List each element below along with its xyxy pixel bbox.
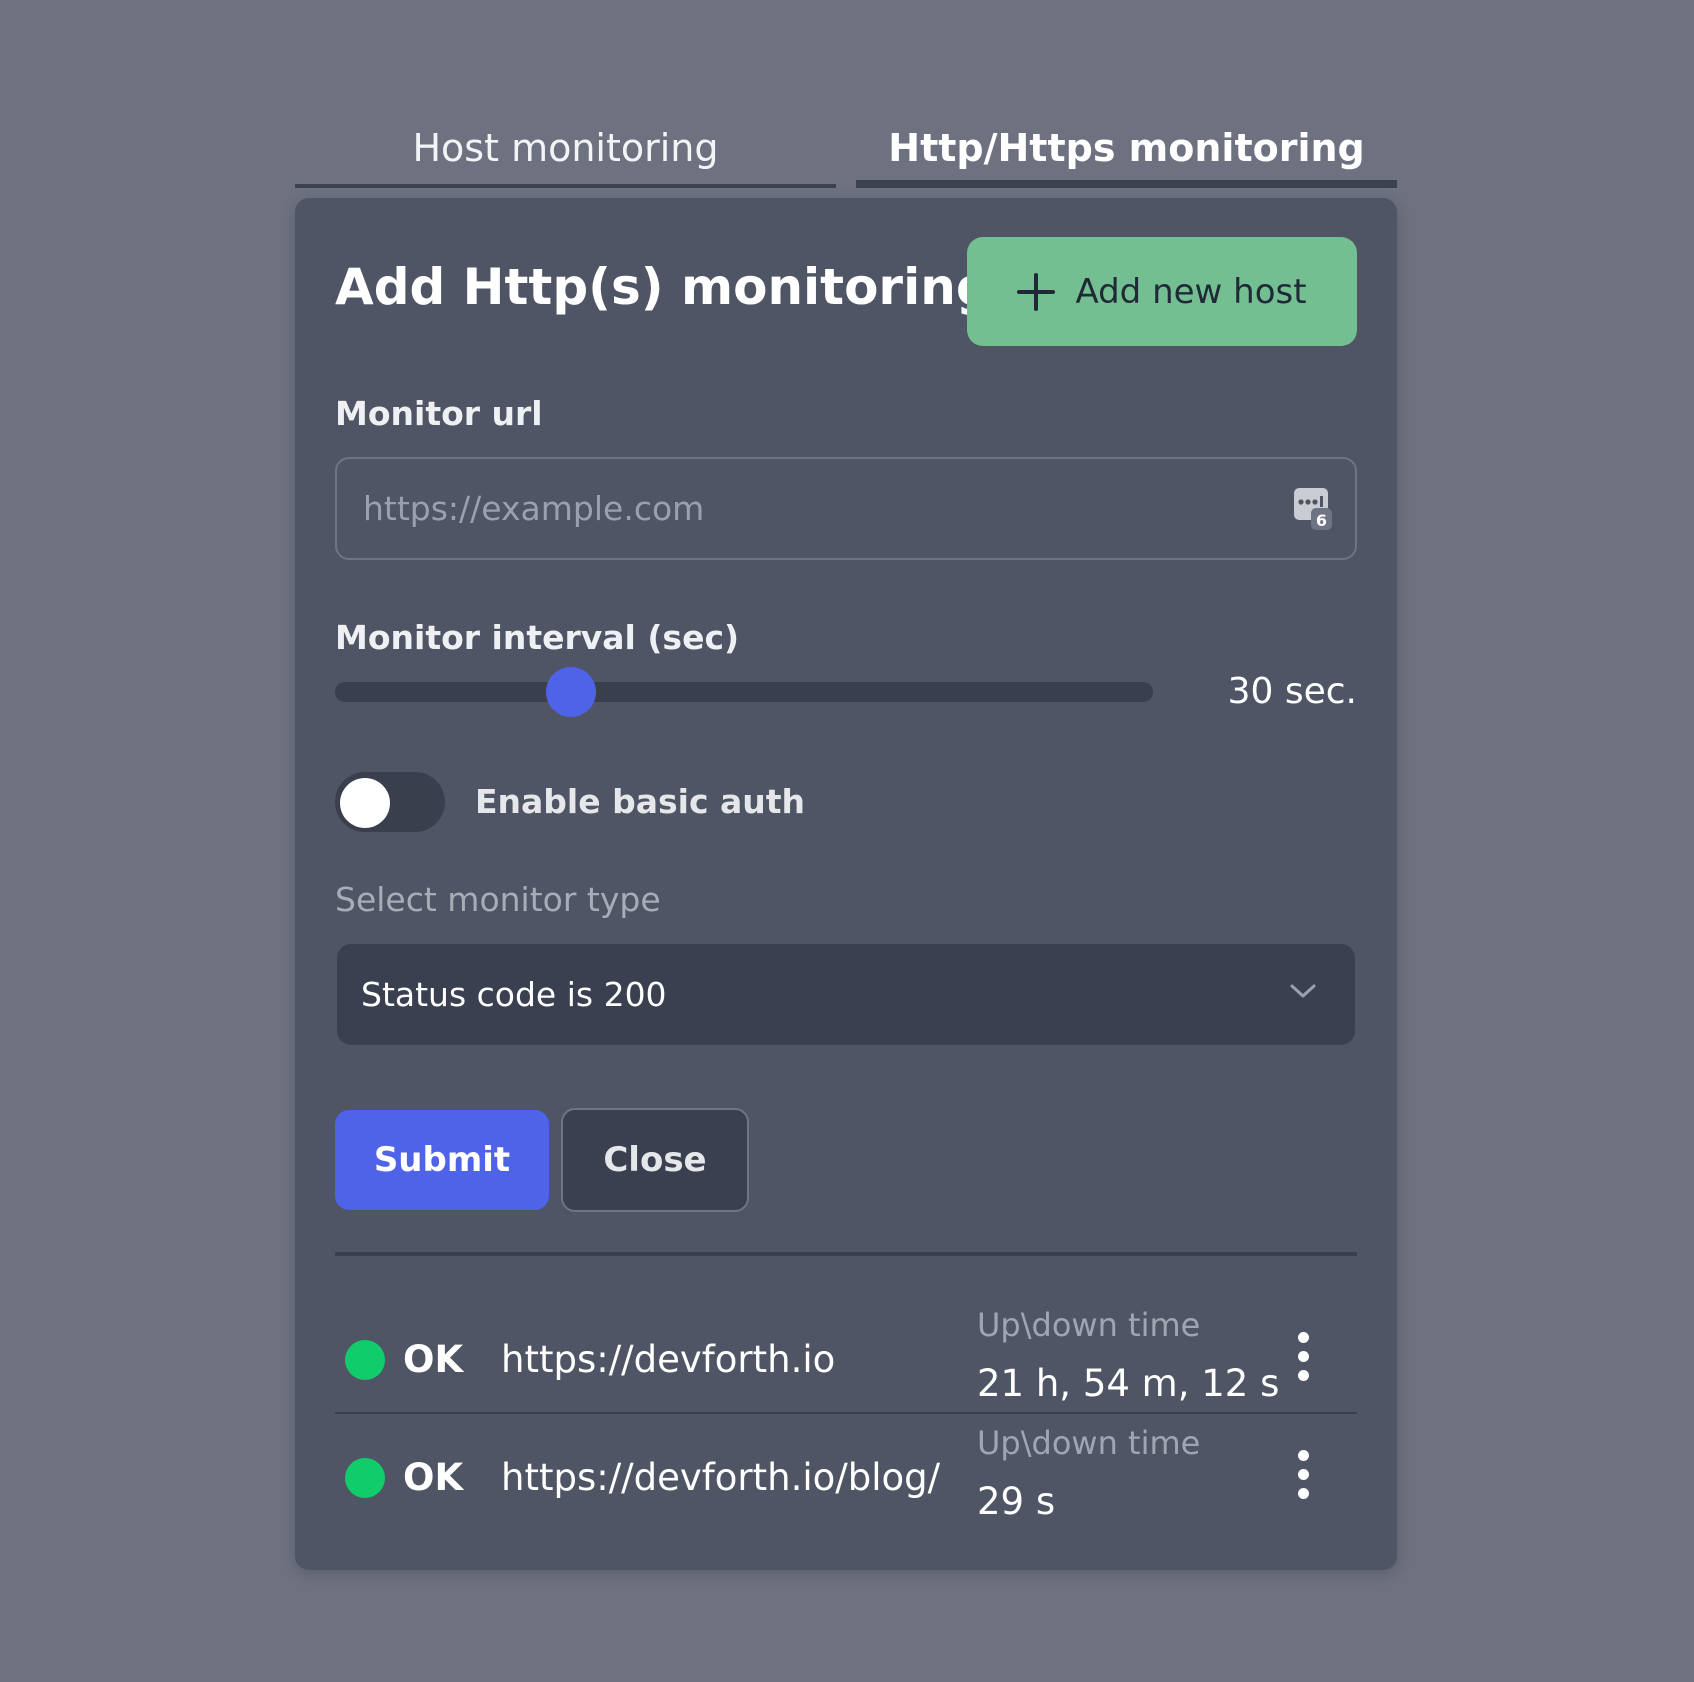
page-title: Add Http(s) monitoring (335, 258, 992, 316)
interval-value: 30 sec. (1227, 671, 1357, 712)
more-options-icon[interactable] (1295, 1332, 1311, 1382)
tab-bar: Host monitoring Http/Https monitoring (295, 118, 1397, 188)
basic-auth-toggle[interactable] (335, 772, 445, 832)
uptime-label: Up\down time (977, 1306, 1201, 1344)
interval-slider-thumb[interactable] (545, 667, 596, 717)
add-new-host-button[interactable]: Add new host (967, 237, 1357, 346)
monitor-type-label: Select monitor type (335, 880, 661, 919)
uptime-label: Up\down time (977, 1424, 1201, 1462)
monitor-type-value: Status code is 200 (361, 975, 667, 1014)
basic-auth-label: Enable basic auth (475, 782, 806, 821)
tab-host-monitoring[interactable]: Host monitoring (295, 118, 836, 188)
toggle-knob (340, 778, 390, 828)
tab-label: Http/Https monitoring (888, 126, 1365, 170)
tab-label: Host monitoring (412, 126, 719, 170)
password-manager-icon[interactable]: 6 (1294, 488, 1332, 530)
uptime-value: 21 h, 54 m, 12 s (977, 1362, 1280, 1405)
monitor-row: OK https://devforth.io/blog/ Up\down tim… (335, 1416, 1357, 1532)
monitor-url: https://devforth.io/blog/ (501, 1456, 941, 1499)
http-monitoring-panel: Add Http(s) monitoring Add new host Moni… (295, 198, 1397, 1570)
status-ok-indicator (345, 1340, 385, 1380)
submit-button[interactable]: Submit (335, 1110, 549, 1210)
divider (335, 1252, 1357, 1256)
status-text: OK (403, 1456, 464, 1499)
close-button[interactable]: Close (561, 1108, 749, 1212)
chevron-down-icon (1290, 984, 1316, 998)
status-ok-indicator (345, 1458, 385, 1498)
password-badge-count: 6 (1316, 511, 1327, 530)
more-options-icon[interactable] (1295, 1450, 1311, 1500)
monitor-type-select[interactable]: Status code is 200 (337, 944, 1355, 1045)
tab-http-monitoring[interactable]: Http/Https monitoring (856, 118, 1397, 188)
monitor-url-label: Monitor url (335, 394, 543, 433)
monitor-url: https://devforth.io (501, 1338, 836, 1381)
monitor-interval-label: Monitor interval (sec) (335, 618, 740, 657)
monitor-row: OK https://devforth.io Up\down time 21 h… (335, 1298, 1357, 1414)
interval-slider-track[interactable] (335, 682, 1153, 702)
add-new-host-label: Add new host (1075, 271, 1307, 312)
uptime-value: 29 s (977, 1480, 1056, 1523)
plus-icon (1017, 272, 1056, 311)
monitor-url-input[interactable] (335, 457, 1357, 560)
status-text: OK (403, 1338, 464, 1381)
